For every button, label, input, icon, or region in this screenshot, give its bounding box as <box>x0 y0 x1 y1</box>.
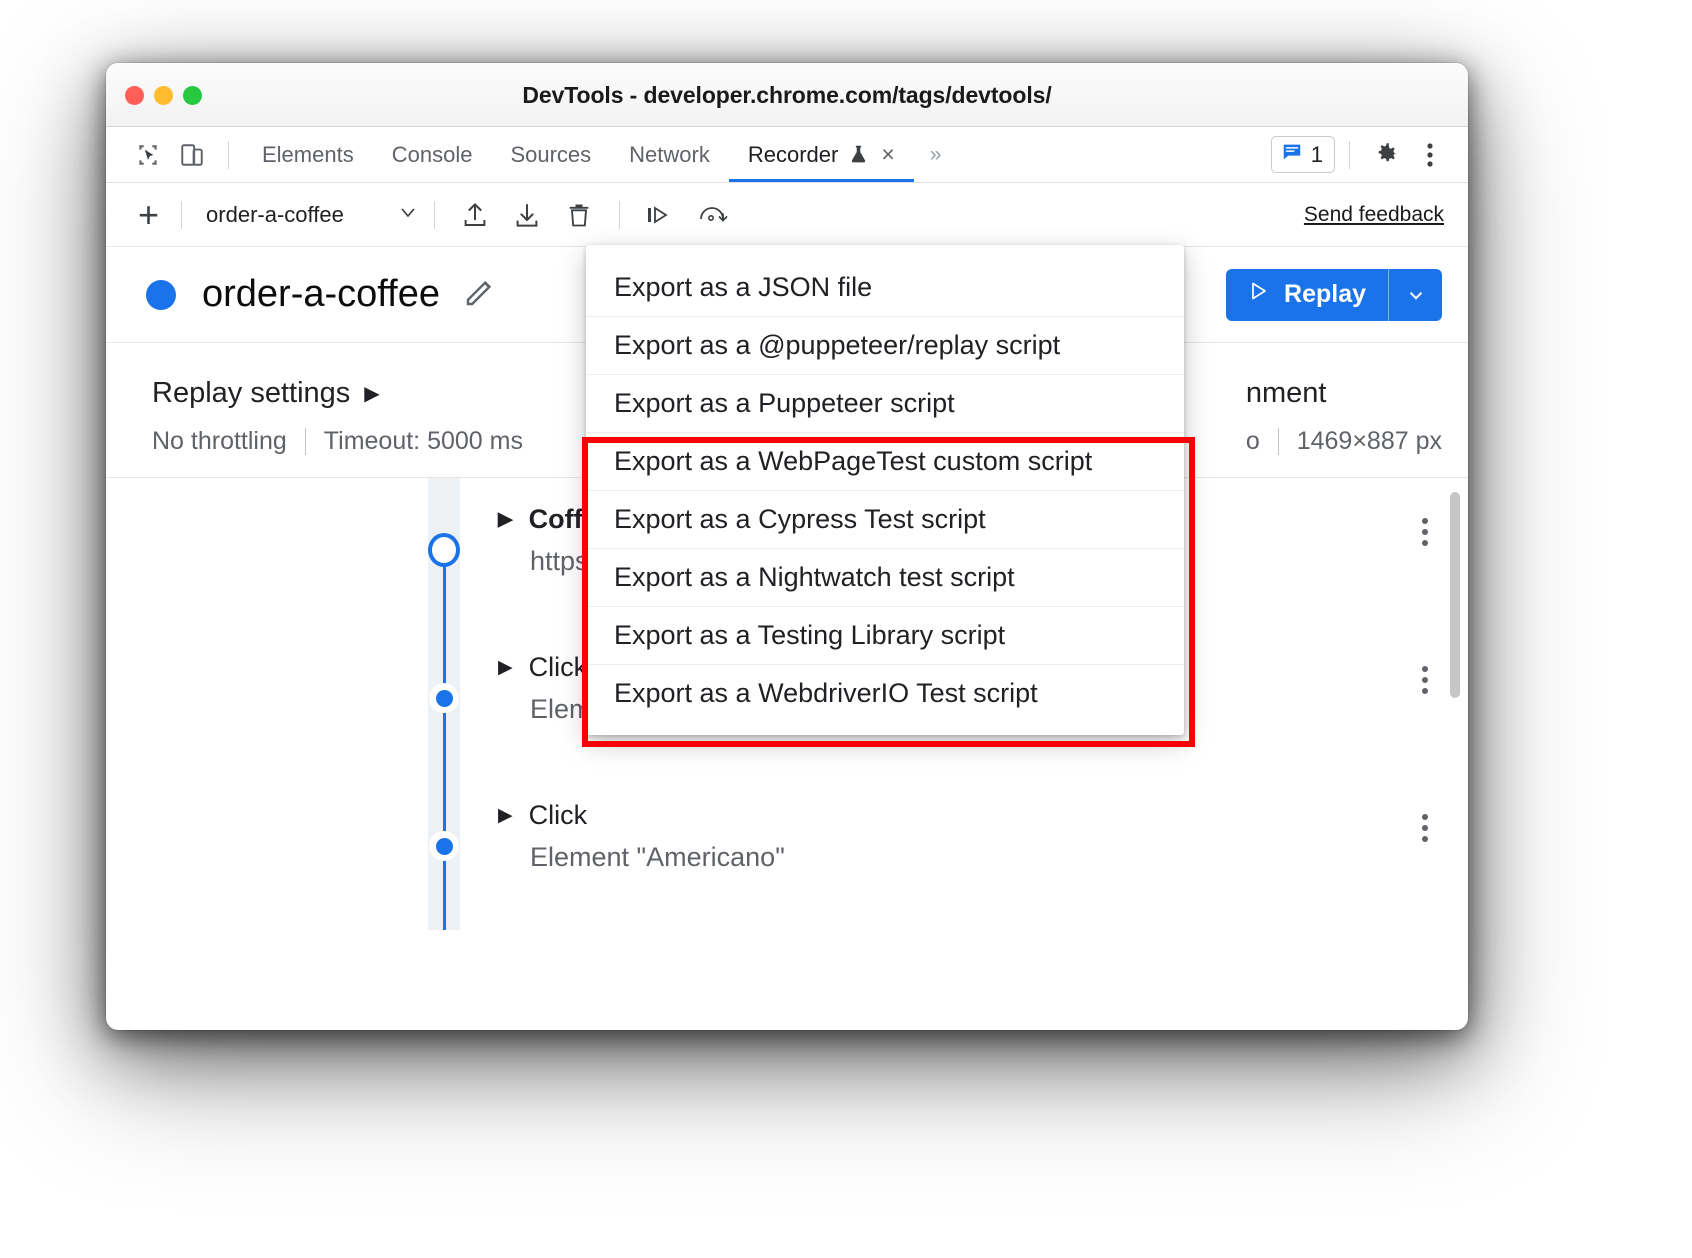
device-toolbar-icon[interactable] <box>170 135 214 175</box>
menu-item-export-webdriverio[interactable]: Export as a WebdriverIO Test script <box>586 664 1184 722</box>
replay-button-label: Replay <box>1284 280 1366 309</box>
environment-device: o <box>1246 427 1260 456</box>
step-title: Click <box>529 652 588 683</box>
page-title: order-a-coffee <box>202 273 440 316</box>
step-subtitle: Element "Americano" <box>530 842 785 873</box>
replay-settings-summary: No throttling Timeout: 5000 ms <box>152 427 523 456</box>
triangle-right-icon: ▶ <box>364 381 379 406</box>
step-ring-icon <box>428 533 460 567</box>
replay-settings-label: Replay settings <box>152 377 350 410</box>
summary-divider <box>305 428 306 455</box>
viewport-size: 1469×887 px <box>1297 427 1442 456</box>
step-marker-click-2 <box>428 831 460 861</box>
steps-scrollbar[interactable] <box>1450 492 1460 698</box>
menu-item-export-json[interactable]: Export as a JSON file <box>586 258 1184 316</box>
more-tabs-icon[interactable]: » <box>914 143 958 167</box>
env-divider <box>1278 428 1279 455</box>
send-feedback-link[interactable]: Send feedback <box>1304 203 1444 227</box>
tab-recorder[interactable]: Recorder × <box>729 127 914 182</box>
devtools-tab-list: Elements Console Sources Network Recorde… <box>243 127 914 182</box>
gear-icon[interactable] <box>1364 135 1408 175</box>
play-triangle-icon <box>1246 279 1270 310</box>
devtools-tabbar: Elements Console Sources Network Recorde… <box>106 127 1468 183</box>
replay-button-group: Replay <box>1226 269 1442 321</box>
step-through-icon[interactable] <box>634 193 686 237</box>
tab-elements-label: Elements <box>262 142 354 168</box>
replay-settings-toggle[interactable]: Replay settings ▶ <box>152 377 523 410</box>
environment-summary: o 1469×887 px <box>1246 427 1442 456</box>
throttling-value: No throttling <box>152 427 287 456</box>
step-title: Click <box>529 800 588 831</box>
expand-step-icon[interactable]: ▶ <box>498 656 513 679</box>
window-titlebar: DevTools - developer.chrome.com/tags/dev… <box>106 63 1468 127</box>
toolbar-divider-3 <box>619 201 620 229</box>
expand-step-icon[interactable]: ▶ <box>498 508 513 531</box>
menu-item-export-puppeteer[interactable]: Export as a Puppeteer script <box>586 374 1184 432</box>
step-marker-click-1 <box>428 683 460 713</box>
kebab-icon[interactable] <box>1408 135 1452 175</box>
messages-count: 1 <box>1311 142 1323 168</box>
tab-network-label: Network <box>629 142 710 168</box>
step-dot-icon <box>429 683 459 713</box>
window-title: DevTools - developer.chrome.com/tags/dev… <box>106 82 1468 109</box>
expand-step-icon[interactable]: ▶ <box>498 804 513 827</box>
tab-sources[interactable]: Sources <box>491 127 610 182</box>
environment-label: nment <box>1246 377 1442 410</box>
trash-icon[interactable] <box>553 193 605 237</box>
chevron-down-icon[interactable] <box>396 200 420 229</box>
menu-item-export-puppeteer-replay[interactable]: Export as a @puppeteer/replay script <box>586 316 1184 374</box>
step-marker-start <box>428 533 460 567</box>
inspect-cursor-icon[interactable] <box>126 135 170 175</box>
tabbar-actions: 1 <box>1271 135 1468 175</box>
tab-sources-label: Sources <box>510 142 591 168</box>
menu-item-export-testing-library[interactable]: Export as a Testing Library script <box>586 606 1184 664</box>
menu-item-export-nightwatch[interactable]: Export as a Nightwatch test script <box>586 548 1184 606</box>
toolbar-divider-1 <box>181 201 182 229</box>
actions-divider <box>1349 141 1350 169</box>
flask-icon <box>848 143 869 166</box>
add-recording-button[interactable]: + <box>130 197 167 233</box>
list-item[interactable]: ▶ Click Element "Americano" <box>106 774 1468 922</box>
replay-settings-section: Replay settings ▶ No throttling Timeout:… <box>152 377 523 456</box>
menu-item-export-webpagetest[interactable]: Export as a WebPageTest custom script <box>586 432 1184 490</box>
timeout-value: Timeout: 5000 ms <box>324 427 523 456</box>
close-icon[interactable]: × <box>881 143 894 166</box>
kebab-icon[interactable] <box>1408 512 1442 552</box>
tab-recorder-label: Recorder <box>748 142 838 168</box>
kebab-icon[interactable] <box>1408 660 1442 700</box>
recording-select-label[interactable]: order-a-coffee <box>206 202 344 228</box>
recording-status-dot <box>146 280 176 310</box>
tab-elements[interactable]: Elements <box>243 127 373 182</box>
export-download-icon[interactable] <box>501 193 553 237</box>
tabbar-divider <box>228 141 229 169</box>
export-dropdown-menu: Export as a JSON file Export as a @puppe… <box>586 245 1184 735</box>
toolbar-divider-2 <box>434 201 435 229</box>
message-icon <box>1281 141 1303 168</box>
environment-section: nment o 1469×887 px <box>1246 377 1442 456</box>
messages-badge[interactable]: 1 <box>1271 136 1335 173</box>
screenshot-root: DevTools - developer.chrome.com/tags/dev… <box>0 0 1692 1258</box>
step-dot-icon <box>429 831 459 861</box>
kebab-icon[interactable] <box>1408 808 1442 848</box>
recorder-toolbar: + order-a-coffee <box>106 183 1468 247</box>
import-upload-icon[interactable] <box>449 193 501 237</box>
replay-options-button[interactable] <box>1388 269 1442 321</box>
replay-button[interactable]: Replay <box>1226 269 1388 321</box>
replay-retry-icon[interactable] <box>686 193 738 237</box>
tab-console-label: Console <box>392 142 473 168</box>
menu-item-export-cypress[interactable]: Export as a Cypress Test script <box>586 490 1184 548</box>
pencil-icon[interactable] <box>462 274 498 315</box>
tab-console[interactable]: Console <box>373 127 492 182</box>
tab-network[interactable]: Network <box>610 127 729 182</box>
